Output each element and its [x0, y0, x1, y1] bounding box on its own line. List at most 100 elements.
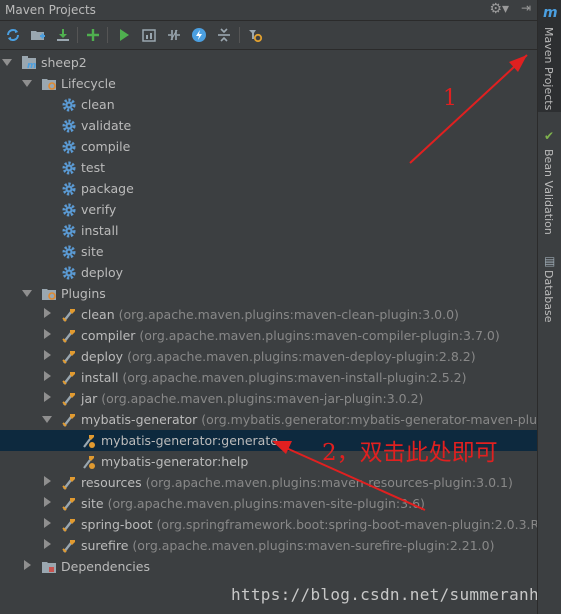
expanded-arrow-icon[interactable]: [42, 413, 52, 425]
collapsed-arrow-icon[interactable]: [42, 518, 52, 530]
skip-tests-icon[interactable]: [189, 25, 209, 45]
plugin-coordinates: (org.apache.maven.plugins:maven-deploy-p…: [127, 349, 476, 364]
plugin-coordinates: (org.apache.maven.plugins:maven-compiler…: [139, 328, 500, 343]
collapsed-arrow-icon[interactable]: [22, 560, 32, 572]
reimport-icon[interactable]: [3, 25, 23, 45]
plugin-clean[interactable]: clean (org.apache.maven.plugins:maven-cl…: [0, 304, 537, 325]
plugin-coordinates: (org.springframework.boot:spring-boot-ma…: [156, 517, 537, 532]
plugin-install[interactable]: install (org.apache.maven.plugins:maven-…: [0, 367, 537, 388]
plugin-coordinates: (org.apache.maven.plugins:maven-clean-pl…: [118, 307, 459, 322]
lifecycle-phase-compile[interactable]: compile: [0, 136, 537, 157]
lifecycle-phase-install[interactable]: install: [0, 220, 537, 241]
tree-item-label: compiler: [81, 328, 136, 343]
download-sources-icon[interactable]: [53, 25, 73, 45]
tab-maven-projects-label: Maven Projects: [542, 27, 555, 111]
tree-plugins[interactable]: Plugins: [0, 283, 537, 304]
tree-item-label: surefire: [81, 538, 129, 553]
maven-projects-panel: Maven Projects ⚙▾ ⇥ m sheep2 Lifecycle c…: [0, 0, 537, 614]
collapsed-arrow-icon[interactable]: [42, 350, 52, 362]
collapsed-arrow-icon[interactable]: [42, 476, 52, 488]
collapsed-arrow-icon[interactable]: [42, 371, 52, 383]
plugin-resources[interactable]: resources (org.apache.maven.plugins:mave…: [0, 472, 537, 493]
gear-icon: [61, 265, 77, 281]
add-maven-project-icon[interactable]: [28, 25, 48, 45]
tree-item-label: sheep2: [41, 55, 87, 70]
plugin-icon: [61, 517, 77, 533]
collapse-all-icon[interactable]: [214, 25, 234, 45]
right-tool-window-bar: m Maven Projects ✔ Bean Validation ▤ Dat…: [537, 0, 561, 614]
collapsed-arrow-icon[interactable]: [42, 497, 52, 509]
collapsed-arrow-icon[interactable]: [42, 392, 52, 404]
lifecycle-phase-test[interactable]: test: [0, 157, 537, 178]
plugin-icon: [61, 307, 77, 323]
plugin-mybatis-generator[interactable]: mybatis-generator (org.mybatis.generator…: [0, 409, 537, 430]
tree-item-label: site: [81, 496, 104, 511]
tree-item-label: validate: [81, 118, 132, 133]
tree-project-sheep2[interactable]: m sheep2: [0, 52, 537, 73]
collapsed-arrow-icon[interactable]: [42, 329, 52, 341]
gear-icon: [61, 139, 77, 155]
tree-item-label: compile: [81, 139, 131, 154]
tree-item-label: Lifecycle: [61, 76, 116, 91]
plugin-goal-icon: [81, 454, 97, 470]
tree-item-label: install: [81, 370, 119, 385]
tree-item-label: Dependencies: [61, 559, 150, 574]
expanded-arrow-icon[interactable]: [2, 56, 12, 68]
plugin-coordinates: (org.mybatis.generator:mybatis-generator…: [201, 412, 537, 427]
plugin-goal-icon: [81, 433, 97, 449]
tree-item-label: mybatis-generator:generate: [101, 433, 278, 448]
expanded-arrow-icon[interactable]: [22, 287, 32, 299]
gear-icon: [61, 160, 77, 176]
tree-item-label: deploy: [81, 265, 124, 280]
tab-database[interactable]: ▤ Database: [538, 250, 561, 330]
tree-dependencies[interactable]: Dependencies: [0, 556, 537, 577]
plugin-spring-boot[interactable]: spring-boot (org.springframework.boot:sp…: [0, 514, 537, 535]
execute-goal-icon[interactable]: [139, 25, 159, 45]
lifecycle-phase-verify[interactable]: verify: [0, 199, 537, 220]
toggle-offline-icon[interactable]: [164, 25, 184, 45]
svg-text:m: m: [27, 61, 36, 71]
tab-database-label: Database: [542, 270, 555, 323]
plugin-site[interactable]: site (org.apache.maven.plugins:maven-sit…: [0, 493, 537, 514]
gear-icon: [61, 244, 77, 260]
collapsed-arrow-icon[interactable]: [42, 539, 52, 551]
plugin-icon: [61, 538, 77, 554]
lifecycle-phase-package[interactable]: package: [0, 178, 537, 199]
plugin-surefire[interactable]: surefire (org.apache.maven.plugins:maven…: [0, 535, 537, 556]
plugin-icon: [61, 475, 77, 491]
lifecycle-phase-site[interactable]: site: [0, 241, 537, 262]
database-icon: ▤: [544, 254, 556, 268]
panel-title: Maven Projects: [5, 3, 96, 17]
plugin-icon: [61, 412, 77, 428]
plugin-jar[interactable]: jar (org.apache.maven.plugins:maven-jar-…: [0, 388, 537, 409]
collapsed-arrow-icon[interactable]: [42, 308, 52, 320]
run-icon[interactable]: [114, 25, 134, 45]
plugin-coordinates: (org.apache.maven.plugins:maven-resource…: [145, 475, 513, 490]
add-icon[interactable]: [83, 25, 103, 45]
tree-item-label: mybatis-generator:help: [101, 454, 249, 469]
expanded-arrow-icon[interactable]: [22, 77, 32, 89]
tree-item-label: deploy: [81, 349, 124, 364]
plugin-deploy[interactable]: deploy (org.apache.maven.plugins:maven-d…: [0, 346, 537, 367]
gear-icon: [61, 97, 77, 113]
tab-maven-projects[interactable]: m Maven Projects: [538, 0, 561, 112]
panel-settings-icon[interactable]: ⚙▾: [489, 1, 509, 17]
maven-settings-icon[interactable]: [245, 25, 265, 45]
plugin-coordinates: (org.apache.maven.plugins:maven-install-…: [122, 370, 467, 385]
lifecycle-phase-deploy[interactable]: deploy: [0, 262, 537, 283]
lifecycle-phase-validate[interactable]: validate: [0, 115, 537, 136]
plugin-coordinates: (org.apache.maven.plugins:maven-jar-plug…: [101, 391, 424, 406]
plugin-icon: [61, 496, 77, 512]
tree-item-label: spring-boot: [81, 517, 153, 532]
watermark: https://blog.csdn.net/summeranhx: [231, 585, 537, 604]
tab-bean-validation-label: Bean Validation: [542, 149, 555, 235]
gear-icon: [61, 223, 77, 239]
plugin-icon: [61, 328, 77, 344]
tree-item-label: resources: [81, 475, 142, 490]
plugin-compiler[interactable]: compiler (org.apache.maven.plugins:maven…: [0, 325, 537, 346]
panel-titlebar: Maven Projects ⚙▾ ⇥: [0, 0, 537, 21]
plugin-coordinates: (org.apache.maven.plugins:maven-surefire…: [132, 538, 495, 553]
gear-icon: [61, 202, 77, 218]
tab-bean-validation[interactable]: ✔ Bean Validation: [538, 125, 561, 235]
hide-panel-icon[interactable]: ⇥: [521, 1, 531, 15]
